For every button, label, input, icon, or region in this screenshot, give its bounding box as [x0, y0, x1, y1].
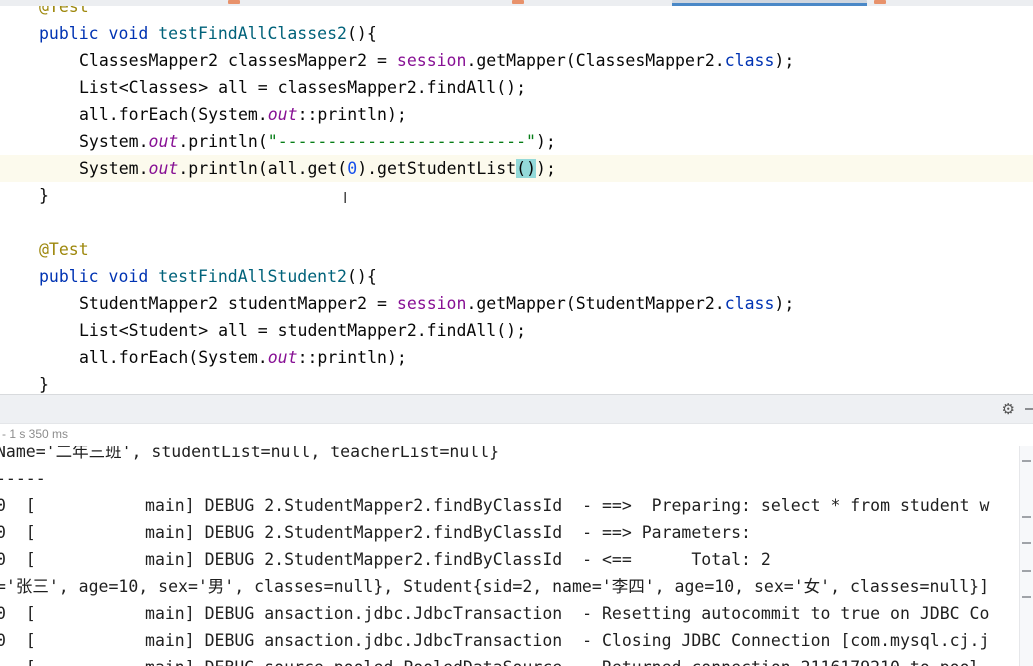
code-line[interactable]: all.forEach(System.out::println); — [0, 101, 1033, 128]
scroll-to-end-icon[interactable] — [1022, 542, 1031, 544]
code-token: ::println); — [297, 348, 407, 367]
trash-icon[interactable] — [1022, 596, 1031, 598]
text-cursor-icon: I — [343, 189, 348, 207]
code-token: ); — [535, 132, 556, 151]
code-token: public — [39, 267, 109, 286]
scroll-up-icon[interactable] — [1022, 460, 1031, 462]
code-token: .getMapper(ClassesMapper2. — [466, 51, 725, 70]
console-output[interactable]: Name='二年三班', studentList=null, teacherLi… — [0, 446, 1020, 666]
code-token: List<Classes> all = classesMapper2.findA… — [79, 78, 527, 97]
code-token: } — [39, 186, 49, 205]
code-line[interactable]: List<Classes> all = classesMapper2.findA… — [0, 74, 1033, 101]
console-line: 0 [ main] DEBUG ansaction.jdbc.JdbcTrans… — [0, 604, 990, 623]
code-token: testFindAllClasses2 — [158, 24, 347, 43]
settings-gear-icon[interactable]: ⚙ — [1002, 400, 1015, 418]
code-token: void — [108, 24, 159, 43]
code-token: .getMapper(StudentMapper2. — [466, 294, 725, 313]
code-token: class — [724, 51, 775, 70]
code-token: ); — [774, 51, 795, 70]
code-token: } — [39, 375, 49, 394]
code-token: ).getStudentList — [357, 159, 517, 178]
code-line[interactable]: @Test — [0, 236, 1033, 263]
code-token: out — [148, 159, 179, 178]
console-toolbar — [1019, 446, 1033, 666]
code-editor[interactable]: @Test public void testFindAllClasses2(){C… — [0, 6, 1033, 394]
code-line[interactable]: ClassesMapper2 classesMapper2 = session.… — [0, 47, 1033, 74]
code-token: out — [267, 348, 298, 367]
console-line: Name='二年三班', studentList=null, teacherLi… — [0, 446, 500, 461]
code-line[interactable]: public void testFindAllStudent2(){ — [0, 263, 1033, 290]
code-token: class — [724, 294, 775, 313]
code-token: session — [396, 294, 467, 313]
console-line: [ main] DEBUG source.pooled.PooledDataSo… — [0, 654, 980, 666]
code-token: void — [108, 267, 159, 286]
console-line: 0 [ main] DEBUG 2.StudentMapper2.findByC… — [0, 496, 990, 515]
run-tool-window-header: ⚙ — [0, 394, 1033, 424]
code-token: public — [39, 24, 109, 43]
elapsed-time: - 1 s 350 ms — [2, 427, 69, 441]
code-token: .println( — [178, 132, 268, 151]
code-line[interactable]: List<Student> all = studentMapper2.findA… — [0, 317, 1033, 344]
console-line: ='张三', age=10, sex='男', classes=null}, S… — [0, 577, 990, 596]
code-token: testFindAllStudent2 — [158, 267, 347, 286]
code-line[interactable]: StudentMapper2 studentMapper2 = session.… — [0, 290, 1033, 317]
code-line[interactable]: all.forEach(System.out::println); — [0, 344, 1033, 371]
code-token: () — [516, 159, 537, 178]
code-token: List<Student> all = studentMapper2.findA… — [79, 321, 527, 340]
code-token: 0 — [347, 159, 358, 178]
code-token: ); — [536, 159, 556, 178]
code-token: all.forEach(System. — [79, 105, 268, 124]
code-token: out — [267, 105, 298, 124]
code-token: @Test — [39, 240, 89, 259]
code-token: System. — [79, 159, 149, 178]
code-line[interactable]: public void testFindAllClasses2(){ — [0, 20, 1033, 47]
print-icon[interactable] — [1022, 570, 1031, 572]
soft-wrap-icon[interactable] — [1022, 516, 1031, 518]
run-status-bar: - 1 s 350 ms — [0, 423, 1033, 447]
code-token: .println(all.get( — [178, 159, 348, 178]
console-line: 0 [ main] DEBUG 2.StudentMapper2.findByC… — [0, 550, 771, 569]
code-line[interactable] — [0, 209, 1033, 236]
console-line: 0 [ main] DEBUG ansaction.jdbc.JdbcTrans… — [0, 631, 990, 650]
code-token: (){ — [346, 24, 377, 43]
code-token: session — [396, 51, 467, 70]
code-line[interactable]: @Test — [0, 6, 1033, 20]
hide-icon[interactable] — [1025, 408, 1033, 410]
code-token: ::println); — [297, 105, 407, 124]
code-token: StudentMapper2 studentMapper2 = — [79, 294, 397, 313]
code-token: "-------------------------" — [267, 132, 536, 151]
code-token: ); — [774, 294, 795, 313]
tab-marker[interactable] — [228, 0, 240, 4]
code-token: @Test — [39, 6, 89, 16]
code-token: System. — [79, 132, 149, 151]
console-line: 0 [ main] DEBUG 2.StudentMapper2.findByC… — [0, 523, 761, 542]
console-line: ----- — [0, 469, 46, 488]
code-token: all.forEach(System. — [79, 348, 268, 367]
code-line[interactable]: System.out.println(all.get(0).getStudent… — [0, 155, 1033, 182]
tab-marker[interactable] — [874, 0, 886, 4]
tab-marker[interactable] — [512, 0, 524, 4]
code-line[interactable]: } — [0, 371, 1033, 394]
code-token: out — [148, 132, 179, 151]
code-line[interactable]: } — [0, 182, 1033, 209]
code-token: ClassesMapper2 classesMapper2 = — [79, 51, 397, 70]
code-line[interactable]: System.out.println("--------------------… — [0, 128, 1033, 155]
code-token: (){ — [346, 267, 377, 286]
